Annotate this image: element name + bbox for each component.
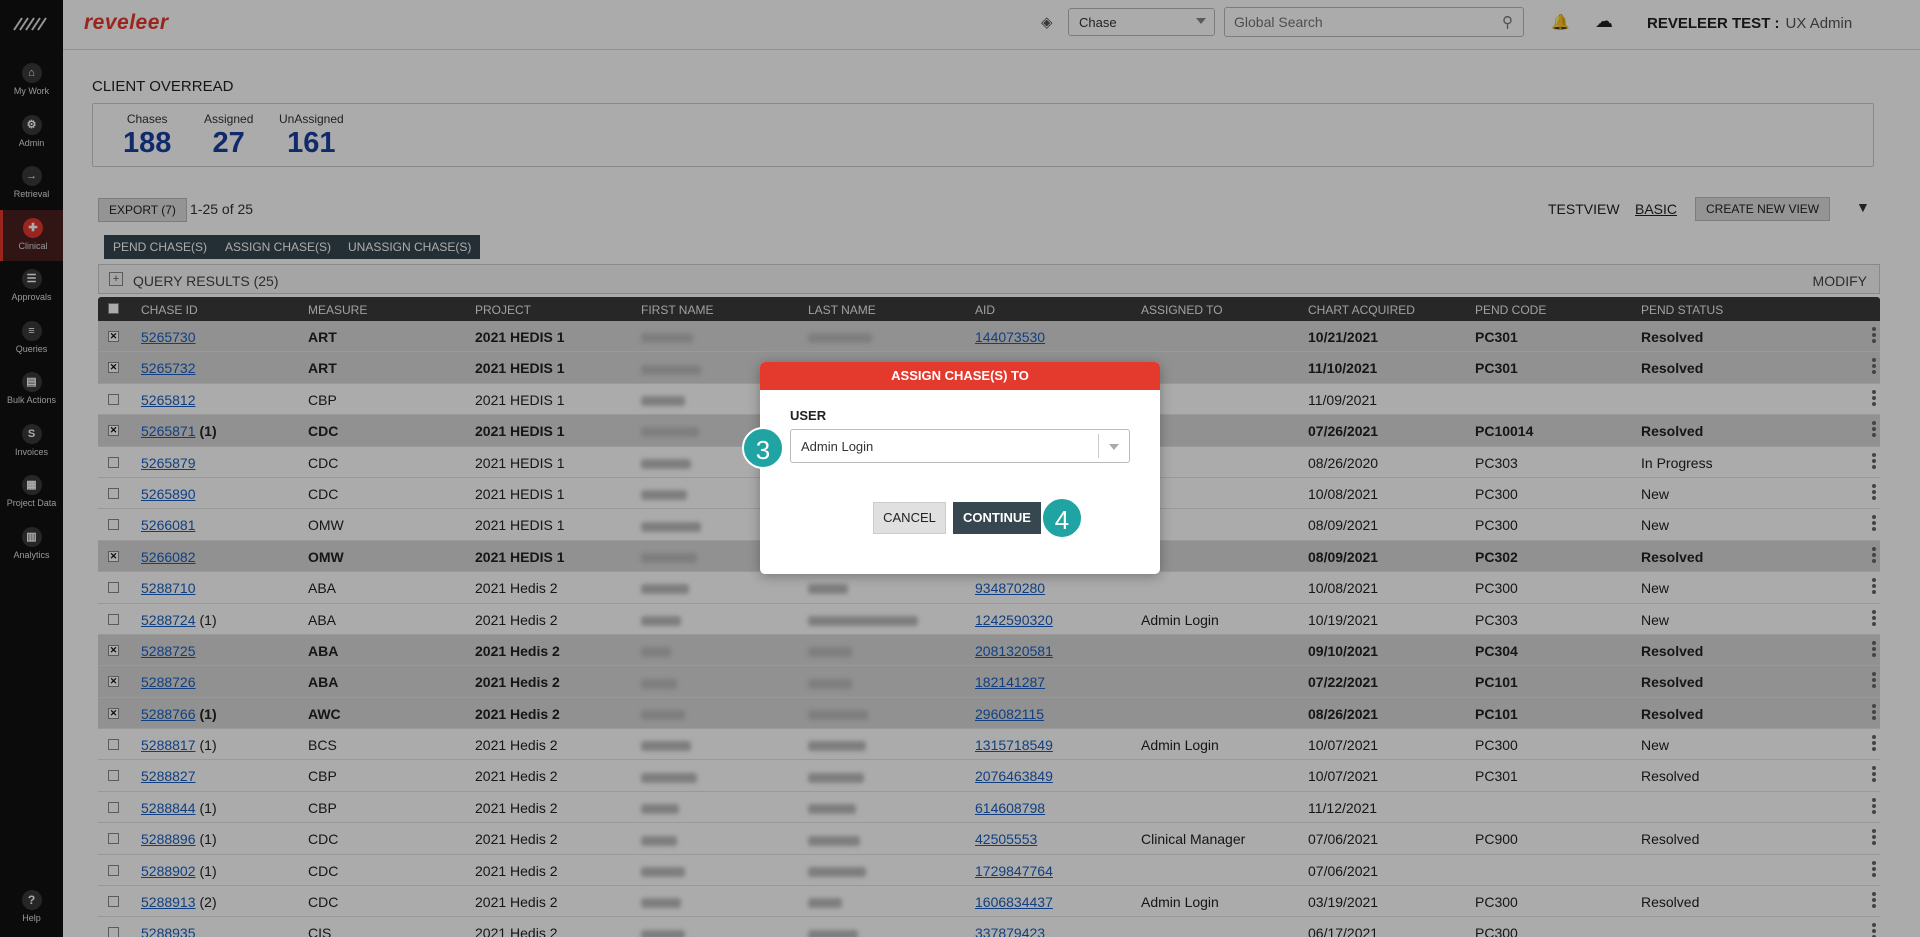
cancel-button[interactable]: CANCEL (873, 502, 946, 534)
modal-title: ASSIGN CHASE(S) TO (760, 362, 1160, 390)
step-marker-3: 3 (742, 427, 784, 469)
continue-button[interactable]: CONTINUE (953, 502, 1041, 534)
assign-chases-modal: ASSIGN CHASE(S) TO USER Admin Login CANC… (760, 362, 1160, 574)
step-marker-4: 4 (1041, 497, 1083, 539)
select-divider (1098, 434, 1099, 458)
app: ⌂ My Work ⚙ Admin → Retrieval ✚ Clinical ☰ Approv… (0, 0, 1920, 937)
user-label: USER (790, 408, 827, 423)
user-select[interactable]: Admin Login (790, 429, 1130, 463)
chevron-down-icon[interactable] (1109, 444, 1119, 450)
user-select-value: Admin Login (801, 439, 874, 454)
